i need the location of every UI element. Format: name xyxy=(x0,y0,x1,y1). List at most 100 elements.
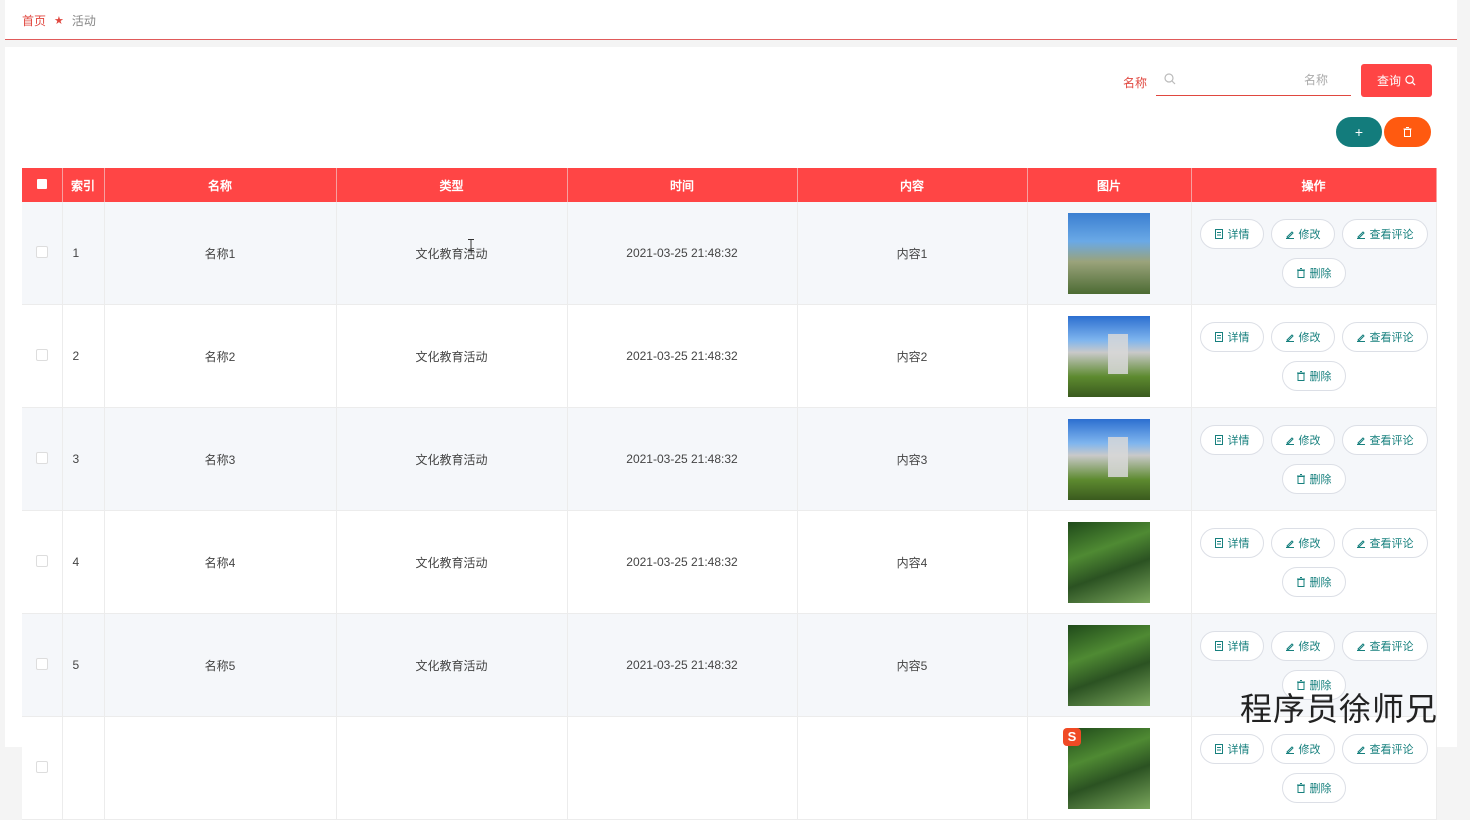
edit-icon xyxy=(1356,436,1365,445)
breadcrumb-home[interactable]: 首页 xyxy=(22,12,46,29)
view-comments-label: 查看评论 xyxy=(1369,331,1414,344)
view-comments-label: 查看评论 xyxy=(1369,228,1414,241)
header-index: 索引 xyxy=(62,168,105,202)
delete-button[interactable]: 删除 xyxy=(1281,566,1346,597)
edit-icon xyxy=(1285,436,1294,445)
table-row: 1 名称1 文化教育活动 2021-03-25 21:48:32 内容1 详情 修改 查看评论… xyxy=(22,202,1437,305)
cell-image xyxy=(1027,613,1192,717)
detail-label: 详情 xyxy=(1227,434,1250,447)
view-comments-button[interactable]: 查看评论 xyxy=(1341,733,1428,764)
header-image: 图片 xyxy=(1027,168,1192,202)
add-button[interactable]: + xyxy=(1336,117,1382,147)
query-button[interactable]: 查询 xyxy=(1361,64,1432,97)
header-actions: 操作 xyxy=(1191,168,1437,202)
edit-button[interactable]: 修改 xyxy=(1270,218,1335,249)
detail-label: 详情 xyxy=(1227,743,1250,756)
breadcrumb: 首页 ★ 活动 xyxy=(22,12,96,29)
table-header: 索引 名称 类型 时间 内容 图片 操作 xyxy=(22,168,1437,202)
plus-icon: + xyxy=(1354,124,1364,140)
edit-label: 修改 xyxy=(1298,331,1321,344)
activity-thumbnail[interactable] xyxy=(1068,521,1150,603)
watermark: 程序员徐师兄 xyxy=(1240,690,1439,728)
breadcrumb-current: 活动 xyxy=(71,14,96,28)
delete-button[interactable]: 删除 xyxy=(1281,257,1346,288)
cell-name: 名称4 xyxy=(104,510,337,614)
cell-actions: 详情 修改 查看评论删除 xyxy=(1191,407,1437,511)
cell-time: 2021-03-25 21:48:32 xyxy=(567,613,798,717)
trash-icon xyxy=(1403,127,1412,137)
edit-button[interactable]: 修改 xyxy=(1270,630,1335,661)
cell-index: 2 xyxy=(62,304,105,408)
search-input[interactable] xyxy=(1184,69,1330,91)
row-checkbox[interactable] xyxy=(22,407,63,511)
star-icon: ★ xyxy=(54,15,64,27)
cell-name: 名称2 xyxy=(104,304,337,408)
cell-name: 名称1 xyxy=(104,202,337,305)
edit-label: 修改 xyxy=(1298,743,1321,756)
view-comments-label: 查看评论 xyxy=(1369,434,1414,447)
view-comments-label: 查看评论 xyxy=(1369,640,1414,653)
cell-type: 文化教育活动 xyxy=(336,510,568,614)
cell-image xyxy=(1027,202,1192,305)
detail-button[interactable]: 详情 xyxy=(1199,733,1264,764)
batch-delete-button[interactable] xyxy=(1384,117,1431,147)
edit-icon xyxy=(1285,642,1294,651)
activity-thumbnail[interactable] xyxy=(1068,315,1150,397)
edit-icon xyxy=(1356,230,1365,239)
edit-button[interactable]: 修改 xyxy=(1270,527,1335,558)
detail-button[interactable]: 详情 xyxy=(1199,630,1264,661)
edit-button[interactable]: 修改 xyxy=(1270,321,1335,352)
activity-thumbnail[interactable] xyxy=(1068,212,1150,294)
row-checkbox[interactable] xyxy=(22,613,63,717)
activity-thumbnail[interactable] xyxy=(1068,418,1150,500)
activity-thumbnail[interactable] xyxy=(1068,624,1150,706)
cell-time: 2021-03-25 21:48:32 xyxy=(567,510,798,614)
trash-icon xyxy=(1296,370,1305,381)
select-all-checkbox[interactable] xyxy=(22,168,63,202)
cell-time xyxy=(567,716,798,820)
delete-label: 删除 xyxy=(1309,473,1332,486)
cell-image xyxy=(1027,304,1192,408)
document-icon xyxy=(1214,228,1223,239)
search-field[interactable] xyxy=(1156,63,1351,96)
detail-label: 详情 xyxy=(1227,537,1250,550)
detail-button[interactable]: 详情 xyxy=(1199,527,1264,558)
detail-button[interactable]: 详情 xyxy=(1199,321,1264,352)
row-checkbox[interactable] xyxy=(22,202,63,305)
table-row: 5 名称5 文化教育活动 2021-03-25 21:48:32 内容5 详情 修改 查看评论… xyxy=(22,613,1437,717)
cell-image xyxy=(1027,716,1192,820)
document-icon xyxy=(1214,537,1223,548)
cell-type: 文化教育活动 xyxy=(336,304,568,408)
edit-label: 修改 xyxy=(1298,537,1321,550)
edit-button[interactable]: 修改 xyxy=(1270,733,1335,764)
detail-label: 详情 xyxy=(1227,640,1250,653)
delete-button[interactable]: 删除 xyxy=(1281,360,1346,391)
cell-actions: 详情 修改 查看评论删除 xyxy=(1191,304,1437,408)
row-checkbox[interactable] xyxy=(22,304,63,408)
delete-label: 删除 xyxy=(1309,782,1332,795)
view-comments-button[interactable]: 查看评论 xyxy=(1341,630,1428,661)
row-checkbox[interactable] xyxy=(22,510,63,614)
delete-button[interactable]: 删除 xyxy=(1281,463,1346,494)
row-checkbox[interactable] xyxy=(22,716,63,820)
detail-button[interactable]: 详情 xyxy=(1199,218,1264,249)
view-comments-button[interactable]: 查看评论 xyxy=(1341,218,1428,249)
header-time: 时间 xyxy=(567,168,798,202)
delete-button[interactable]: 删除 xyxy=(1281,772,1346,803)
edit-icon xyxy=(1285,745,1294,754)
view-comments-button[interactable]: 查看评论 xyxy=(1341,321,1428,352)
delete-label: 删除 xyxy=(1309,370,1332,383)
document-icon xyxy=(1214,434,1223,445)
view-comments-button[interactable]: 查看评论 xyxy=(1341,527,1428,558)
view-comments-button[interactable]: 查看评论 xyxy=(1341,424,1428,455)
cell-name: 名称5 xyxy=(104,613,337,717)
detail-button[interactable]: 详情 xyxy=(1199,424,1264,455)
cell-name: 名称3 xyxy=(104,407,337,511)
sogou-tray-icon[interactable]: S xyxy=(1063,728,1081,746)
cell-type: 文化教育活动 xyxy=(336,613,568,717)
cell-image xyxy=(1027,407,1192,511)
trash-icon xyxy=(1296,267,1305,278)
edit-icon xyxy=(1285,539,1294,548)
cell-actions: 详情 修改 查看评论删除 xyxy=(1191,510,1437,614)
edit-button[interactable]: 修改 xyxy=(1270,424,1335,455)
